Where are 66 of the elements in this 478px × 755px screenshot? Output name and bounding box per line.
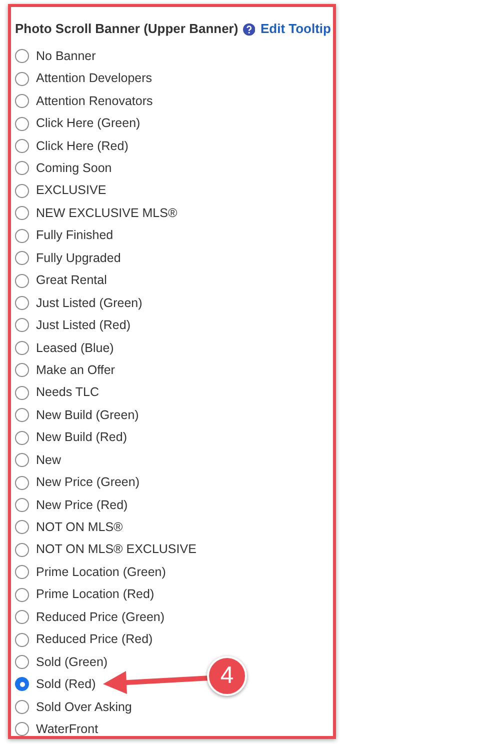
option-label: NEW EXCLUSIVE MLS® [36,204,178,222]
option-label: Needs TLC [36,384,99,402]
option-label: Sold (Red) [36,676,96,694]
option-label: Coming Soon [36,160,112,178]
option-label: Sold (Green) [36,654,108,671]
radio-button[interactable] [15,386,29,400]
step-number-badge: 4 [207,656,247,696]
radio-button[interactable] [15,610,29,624]
option-label: Click Here (Red) [36,138,128,155]
option-label: Just Listed (Green) [36,294,142,312]
option-label: New Build (Green) [36,406,139,424]
radio-button[interactable] [15,632,29,647]
option-label: Make an Offer [36,362,115,379]
radio-button[interactable] [15,116,29,131]
radio-button[interactable] [15,184,29,198]
option-label: No Banner [36,48,96,65]
option-label: Just Listed (Red) [36,317,130,334]
radio-button[interactable] [15,700,29,714]
option-label: EXCLUSIVE [36,182,106,200]
radio-button[interactable] [15,49,29,64]
radio-button[interactable] [15,677,29,692]
radio-button[interactable] [15,340,29,355]
option-label: Leased (Blue) [36,340,114,357]
radio-button[interactable] [15,588,29,602]
radio-button[interactable] [15,72,29,86]
radio-button[interactable] [15,138,29,153]
radio-button[interactable] [15,161,29,176]
radio-button[interactable] [15,363,29,378]
option-label: Fully Upgraded [36,250,121,267]
radio-button[interactable] [15,655,29,670]
option-label: Great Rental [36,272,107,290]
option-label: New Price (Red) [36,496,128,514]
radio-button[interactable] [15,274,29,288]
option-label: Reduced Price (Green) [36,608,165,626]
radio-button[interactable] [15,430,29,445]
option-label: Reduced Price (Red) [36,631,153,648]
radio-button[interactable] [15,722,29,736]
radio-button[interactable] [15,318,29,332]
radio-button[interactable] [15,228,29,243]
radio-button[interactable] [15,520,29,534]
radio-button[interactable] [15,542,29,557]
edit-tooltip-link[interactable]: Edit Tooltip [260,19,331,39]
option-label: Prime Location (Green) [36,564,166,581]
radio-button[interactable] [15,476,29,490]
option-label: Attention Developers [36,70,152,88]
section-title: Photo Scroll Banner (Upper Banner) [15,20,238,38]
option-label: NOT ON MLS® EXCLUSIVE [36,541,196,558]
radio-button[interactable] [15,453,29,468]
option-label: WaterFront [36,720,98,736]
option-label: New Price (Green) [36,474,140,492]
radio-button[interactable] [15,94,29,108]
radio-button[interactable] [15,498,29,512]
option-label: Attention Renovators [36,92,153,110]
radio-button[interactable] [15,565,29,580]
help-icon[interactable] [243,22,256,36]
radio-button[interactable] [15,206,29,220]
option-label: Fully Finished [36,227,114,244]
option-label: Click Here (Green) [36,115,140,132]
option-label: Prime Location (Red) [36,586,154,604]
radio-button[interactable] [15,251,29,266]
option-label: New Build (Red) [36,429,128,446]
radio-button[interactable] [15,296,29,310]
option-label: New [36,452,62,469]
option-label: Sold Over Asking [36,698,132,716]
option-label: NOT ON MLS® [36,519,123,536]
radio-button[interactable] [15,408,29,422]
